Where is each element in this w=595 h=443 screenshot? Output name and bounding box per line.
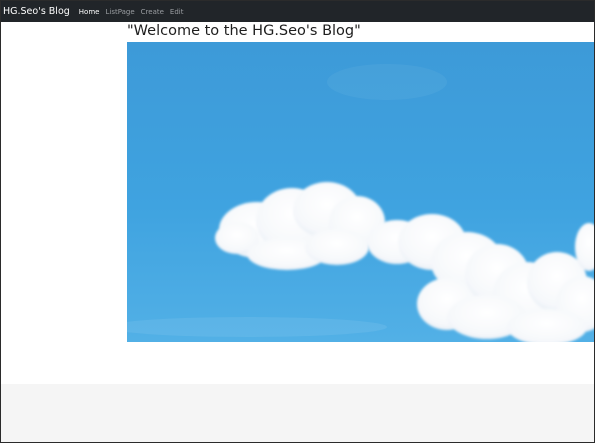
top-navbar: HG.Seo's Blog Home ListPage Create Edit — [1, 1, 594, 22]
hero-image — [127, 42, 594, 342]
nav-links: Home ListPage Create Edit — [79, 8, 190, 16]
nav-link-home[interactable]: Home — [79, 8, 100, 16]
nav-link-listpage[interactable]: ListPage — [105, 8, 134, 16]
nav-link-create[interactable]: Create — [141, 8, 164, 16]
footer-band — [1, 384, 594, 442]
nav-link-edit[interactable]: Edit — [170, 8, 184, 16]
sky-clouds-image — [127, 42, 594, 342]
browser-viewport: HG.Seo's Blog Home ListPage Create Edit … — [0, 0, 595, 443]
navbar-brand[interactable]: HG.Seo's Blog — [3, 6, 70, 17]
page-title: "Welcome to the HG.Seo's Blog" — [127, 23, 361, 39]
